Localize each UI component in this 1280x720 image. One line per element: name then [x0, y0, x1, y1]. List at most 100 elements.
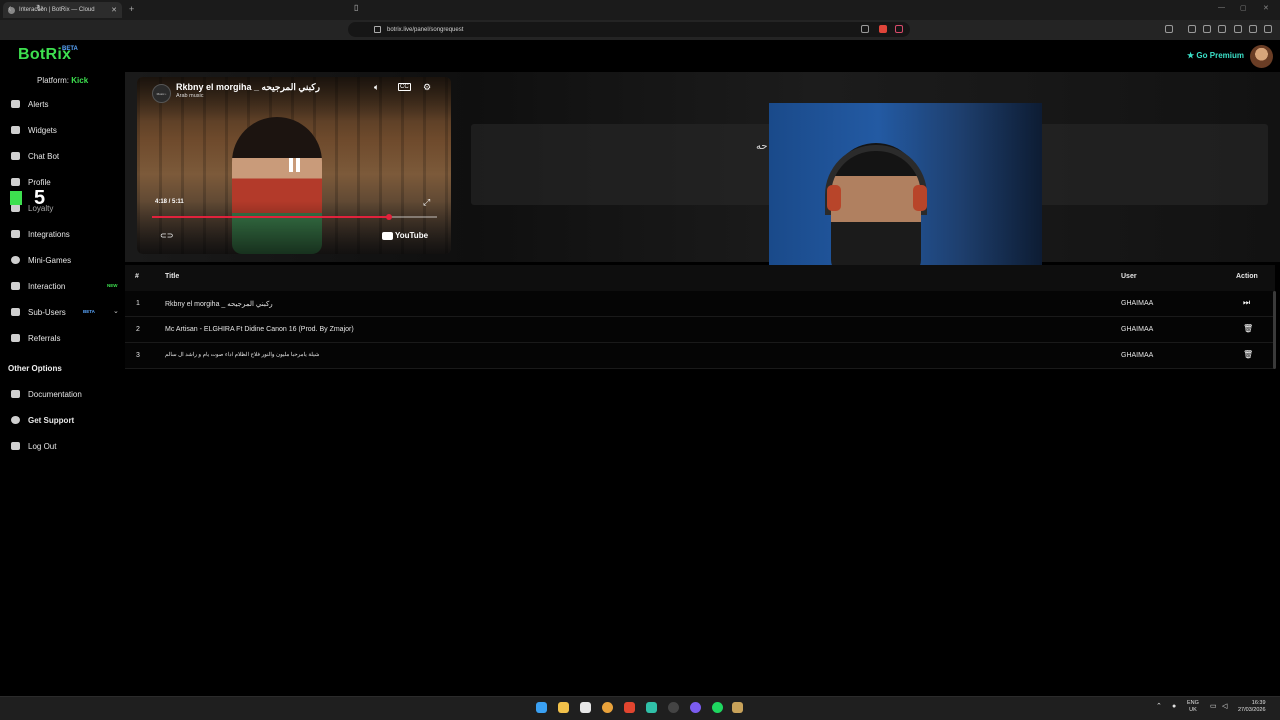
network-icon[interactable]: ▭	[1210, 703, 1217, 710]
tab-title: Interaction | BotRix — Cloud	[19, 7, 95, 13]
forward-icon[interactable]: ›	[22, 3, 25, 14]
screenshot-icon[interactable]	[1218, 25, 1226, 33]
skip-icon[interactable]: ⏭	[1243, 298, 1250, 308]
platform-label: Platform:	[37, 76, 70, 85]
youtube-logo[interactable]: YouTube	[382, 231, 428, 240]
go-premium-button[interactable]: ★ Go Premium	[1187, 51, 1244, 60]
tray-chevron-icon[interactable]: ⌃	[1156, 703, 1162, 710]
headphone-cup-left	[827, 185, 841, 211]
sidebar-item-label: Documentation	[28, 389, 82, 399]
file-explorer-icon[interactable]	[558, 702, 569, 713]
avatar[interactable]	[1250, 45, 1273, 68]
music-note-icon	[11, 282, 20, 290]
bookmark-icon[interactable]: ▯	[354, 3, 358, 12]
chevron-down-icon[interactable]: ⌄	[113, 307, 119, 315]
sidebar-toggle-icon[interactable]	[1203, 25, 1211, 33]
sidebar-item-integrations[interactable]: Integrations	[0, 225, 124, 243]
pause-icon[interactable]	[289, 158, 301, 172]
table-row[interactable]	[125, 291, 1275, 317]
clock-time: 16:39	[1251, 700, 1266, 706]
microphone-icon[interactable]: ●	[1172, 703, 1176, 710]
minimize-button[interactable]: —	[1218, 4, 1225, 11]
trash-icon[interactable]: 🗑︎	[1243, 324, 1253, 333]
headphone-cup-right	[913, 185, 927, 211]
brave-icon[interactable]	[624, 702, 635, 713]
extensions-icon[interactable]	[1234, 25, 1242, 33]
sidebar-item-label: Sub-Users	[28, 307, 66, 317]
store-icon[interactable]	[580, 702, 591, 713]
link-icon[interactable]: ⊂⊃	[160, 231, 173, 240]
spotify-icon[interactable]	[712, 702, 723, 713]
menu-icon[interactable]	[1264, 25, 1272, 33]
region-code: UK	[1189, 707, 1197, 713]
app-icon[interactable]	[646, 702, 657, 713]
referrals-icon	[11, 334, 20, 342]
obs-icon[interactable]	[668, 702, 679, 713]
kick-follower-overlay: 5	[8, 187, 53, 209]
sidebar-item-log-out[interactable]: Log Out	[0, 437, 124, 455]
clock[interactable]: 16:39 27/03/2026	[1238, 700, 1266, 714]
youtube-label: YouTube	[395, 231, 429, 240]
sidebar-item-get-support[interactable]: Get Support	[0, 411, 124, 429]
video-progress-fill	[152, 216, 389, 218]
clock-date: 27/03/2026	[1238, 707, 1266, 713]
music-icon[interactable]	[1188, 25, 1196, 33]
column-header-action: Action	[1236, 273, 1258, 280]
sidebar-item-chat-bot[interactable]: Chat Bot	[0, 147, 124, 165]
reload-icon[interactable]: ↻	[36, 3, 44, 14]
address-bar[interactable]: botrix.live/panel/songrequest	[348, 22, 910, 37]
sidebar-item-referrals[interactable]: Referrals	[0, 329, 124, 347]
discord-icon[interactable]	[690, 702, 701, 713]
sidebar-item-sub-users[interactable]: Sub-Users	[0, 303, 124, 321]
row-number: 2	[136, 326, 140, 333]
sidebar-item-label: Interaction	[28, 281, 66, 291]
channel-avatar[interactable]: Music •	[152, 84, 171, 103]
volume-icon[interactable]: 🔈︎	[374, 82, 379, 93]
column-header-title[interactable]: Title	[165, 273, 179, 280]
sidebar-item-widgets[interactable]: Widgets	[0, 121, 124, 139]
video-scrubber-handle[interactable]	[385, 214, 392, 220]
sidebar-item-interaction[interactable]: Interaction	[0, 277, 124, 295]
other-options-title: Other Options	[8, 364, 62, 373]
sidebar-item-documentation[interactable]: Documentation	[0, 385, 124, 403]
video-channel-name[interactable]: Arab music	[176, 93, 204, 99]
platform-value: Kick	[71, 76, 89, 85]
sidebar-item-alerts[interactable]: Alerts	[0, 95, 124, 113]
language-indicator[interactable]: ENG UK	[1187, 700, 1199, 714]
back-icon[interactable]: ‹	[8, 3, 11, 14]
start-icon[interactable]	[536, 702, 547, 713]
brave-shields-icon[interactable]	[879, 25, 887, 33]
integrations-icon	[11, 230, 20, 238]
platform-indicator: Platform: Kick	[37, 76, 88, 85]
chrome-icon[interactable]	[602, 702, 613, 713]
share-icon[interactable]	[861, 25, 869, 33]
bell-icon	[11, 100, 20, 108]
song-info-text: حه	[756, 141, 768, 152]
rewards-icon[interactable]	[895, 25, 903, 33]
settings-gear-icon[interactable]: ⚙	[423, 82, 431, 93]
video-progress-bar[interactable]	[152, 214, 437, 220]
table-scrollbar[interactable]	[1273, 291, 1276, 369]
webcam-overlay	[769, 103, 1042, 275]
captions-icon[interactable]: CC	[398, 83, 411, 91]
tool-icon[interactable]	[732, 702, 743, 713]
column-header-number: #	[135, 273, 139, 280]
maximize-button[interactable]: ▢	[1240, 4, 1247, 12]
new-tab-button[interactable]: +	[129, 4, 134, 14]
browser-tab[interactable]: Interaction | BotRix — Cloud ✕	[3, 2, 122, 18]
site-info-icon[interactable]	[374, 26, 381, 33]
close-window-button[interactable]: ✕	[1263, 4, 1269, 12]
sidebar-item-label: Profile	[28, 177, 51, 187]
tab-close-icon[interactable]: ✕	[111, 6, 117, 14]
video-title[interactable]: Rkbny el morgiha _ ركبني المرجيحه	[176, 82, 320, 93]
fullscreen-icon[interactable]: ⤢	[423, 197, 430, 208]
row-user: GHAIMAA	[1121, 300, 1154, 307]
table-header	[125, 265, 1275, 291]
gamepad-icon	[11, 256, 20, 264]
sidebar-item-mini-games[interactable]: Mini-Games	[0, 251, 124, 269]
vpn-icon[interactable]	[1249, 25, 1257, 33]
column-header-user[interactable]: User	[1121, 273, 1137, 280]
trash-icon[interactable]: 🗑︎	[1243, 350, 1253, 359]
speaker-icon[interactable]: ◁	[1222, 703, 1227, 710]
reader-icon[interactable]	[1165, 25, 1173, 33]
